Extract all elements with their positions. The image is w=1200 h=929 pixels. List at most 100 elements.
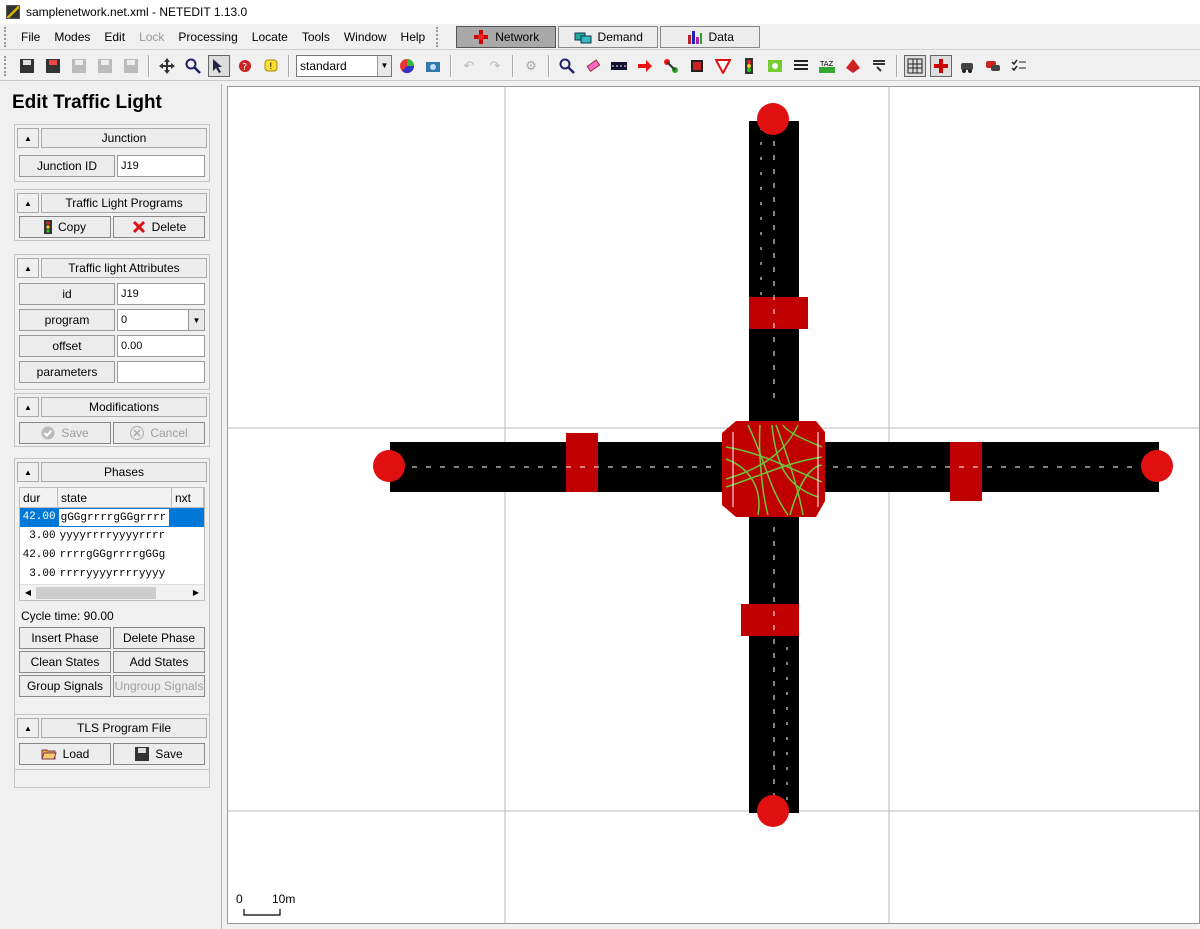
inspect-mode-icon[interactable] xyxy=(556,55,578,77)
menu-modes[interactable]: Modes xyxy=(47,24,97,50)
delete-phase-button[interactable]: Delete Phase xyxy=(113,627,205,649)
node-north[interactable] xyxy=(757,103,789,135)
parameters-field[interactable] xyxy=(117,361,205,383)
create-edge-icon[interactable] xyxy=(608,55,630,77)
node-east[interactable] xyxy=(1141,450,1173,482)
collapse-icon[interactable]: ▲ xyxy=(17,193,39,213)
menu-tools[interactable]: Tools xyxy=(295,24,337,50)
menu-file[interactable]: File xyxy=(14,24,47,50)
collapse-icon[interactable]: ▲ xyxy=(17,718,39,738)
phase-row[interactable]: 3.00 rrrryyyyrrrryyyy xyxy=(20,565,204,584)
save-data-icon[interactable] xyxy=(120,55,142,77)
menu-lock[interactable]: Lock xyxy=(132,24,171,50)
prohibition-mode-icon[interactable] xyxy=(686,55,708,77)
demand-mode-button[interactable]: Demand xyxy=(558,25,659,48)
move-mode-icon[interactable] xyxy=(634,55,656,77)
program-select[interactable]: 0 ▼ xyxy=(117,309,205,331)
delete-mode-icon[interactable] xyxy=(582,55,604,77)
redo-icon[interactable]: ↷ xyxy=(484,55,506,77)
phase-dur[interactable]: 3.00 xyxy=(20,527,58,546)
scroll-thumb[interactable] xyxy=(36,586,156,599)
compute-network-icon[interactable]: ⚙ xyxy=(520,55,542,77)
phase-dur[interactable]: 42.00 xyxy=(20,546,58,565)
col-nxt[interactable]: nxt xyxy=(172,488,204,508)
edge-east[interactable] xyxy=(825,442,1159,501)
col-dur[interactable]: dur xyxy=(20,488,58,508)
junction-id-field[interactable]: J19 xyxy=(117,155,205,177)
menu-help[interactable]: Help xyxy=(394,24,433,50)
vehicle-toggle-icon[interactable] xyxy=(956,55,978,77)
save-modifications-button[interactable]: Save xyxy=(19,422,111,444)
save-additionals-icon[interactable] xyxy=(68,55,90,77)
phase-dur[interactable]: 42.00 xyxy=(20,508,58,527)
copy-program-button[interactable]: Copy xyxy=(19,216,111,238)
view-scheme-combo[interactable]: standard ▼ xyxy=(296,54,392,77)
junction-j19[interactable] xyxy=(722,421,825,517)
taz-mode-icon[interactable]: TAZ xyxy=(816,55,838,77)
chevron-down-icon[interactable]: ▼ xyxy=(377,55,391,76)
collapse-icon[interactable]: ▲ xyxy=(17,462,39,482)
vehicle-route-toggle-icon[interactable] xyxy=(982,55,1004,77)
collapse-icon[interactable]: ▲ xyxy=(17,397,39,417)
edge-north[interactable] xyxy=(749,121,808,421)
phase-nxt[interactable] xyxy=(170,565,204,584)
insert-phase-button[interactable]: Insert Phase xyxy=(19,627,111,649)
edge-west[interactable] xyxy=(390,433,724,492)
delete-program-button[interactable]: Delete xyxy=(113,216,205,238)
save-all-icon[interactable] xyxy=(42,55,64,77)
zoom-icon[interactable] xyxy=(182,55,204,77)
toolbar-grip[interactable] xyxy=(4,55,10,76)
cancel-modifications-button[interactable]: Cancel xyxy=(113,422,205,444)
menu-grip[interactable] xyxy=(4,26,10,47)
save-network-icon[interactable] xyxy=(16,55,38,77)
select-mode-icon[interactable] xyxy=(208,54,230,77)
phase-state[interactable]: rrrryyyyrrrryyyy xyxy=(58,565,171,584)
node-south[interactable] xyxy=(757,795,789,827)
scroll-right-icon[interactable]: ▶ xyxy=(188,585,204,601)
edge-south[interactable] xyxy=(741,517,799,813)
info-icon[interactable]: ! xyxy=(260,55,282,77)
col-state[interactable]: state xyxy=(58,488,172,508)
move-view-icon[interactable] xyxy=(156,55,178,77)
grid-toggle-icon[interactable] xyxy=(904,54,926,77)
junction-shape-toggle-icon[interactable] xyxy=(930,54,952,77)
chevron-down-icon[interactable]: ▼ xyxy=(188,310,204,330)
tls-id-field[interactable]: J19 xyxy=(117,283,205,305)
menu-locate[interactable]: Locate xyxy=(245,24,295,50)
collapse-icon[interactable]: ▲ xyxy=(17,128,39,148)
supermode-grip[interactable] xyxy=(436,26,442,47)
phase-nxt[interactable] xyxy=(170,508,204,527)
phase-state[interactable]: rrrrgGGgrrrrgGGg xyxy=(58,546,171,565)
menu-window[interactable]: Window xyxy=(337,24,394,50)
phase-nxt[interactable] xyxy=(170,546,204,565)
screenshot-icon[interactable] xyxy=(422,55,444,77)
phase-row[interactable]: 42.00 rrrrgGGgrrrrgGGg xyxy=(20,546,204,565)
clean-states-button[interactable]: Clean States xyxy=(19,651,111,673)
scroll-left-icon[interactable]: ◀ xyxy=(20,585,36,601)
phase-row[interactable]: 3.00 yyyyrrrryyyyrrrr xyxy=(20,527,204,546)
phase-state[interactable]: gGGgrrrrgGGgrrrr xyxy=(57,508,171,527)
undo-icon[interactable]: ↶ xyxy=(458,55,480,77)
crossing-mode-icon[interactable] xyxy=(712,55,734,77)
offset-field[interactable]: 0.00 xyxy=(117,335,205,357)
traffic-light-mode-icon[interactable] xyxy=(738,55,760,77)
network-mode-button[interactable]: Network xyxy=(456,25,557,48)
collapse-icon[interactable]: ▲ xyxy=(17,258,39,278)
menu-processing[interactable]: Processing xyxy=(171,24,244,50)
load-program-button[interactable]: Load xyxy=(19,743,111,765)
save-demand-icon[interactable] xyxy=(94,55,116,77)
checklist-icon[interactable] xyxy=(1008,55,1030,77)
group-signals-button[interactable]: Group Signals xyxy=(19,675,111,697)
save-program-button[interactable]: Save xyxy=(113,743,205,765)
wire-mode-icon[interactable] xyxy=(790,55,812,77)
data-mode-button[interactable]: Data xyxy=(660,25,761,48)
phase-state[interactable]: yyyyrrrryyyyrrrr xyxy=(58,527,171,546)
parameters-button[interactable]: parameters xyxy=(19,361,115,383)
shape-mode-icon[interactable] xyxy=(868,55,890,77)
color-wheel-icon[interactable] xyxy=(396,55,418,77)
network-drawing[interactable]: 0 10m xyxy=(228,87,1200,924)
phase-nxt[interactable] xyxy=(170,527,204,546)
menu-edit[interactable]: Edit xyxy=(97,24,132,50)
phases-hscrollbar[interactable]: ◀ ▶ xyxy=(20,584,204,600)
poly-mode-icon[interactable] xyxy=(842,55,864,77)
